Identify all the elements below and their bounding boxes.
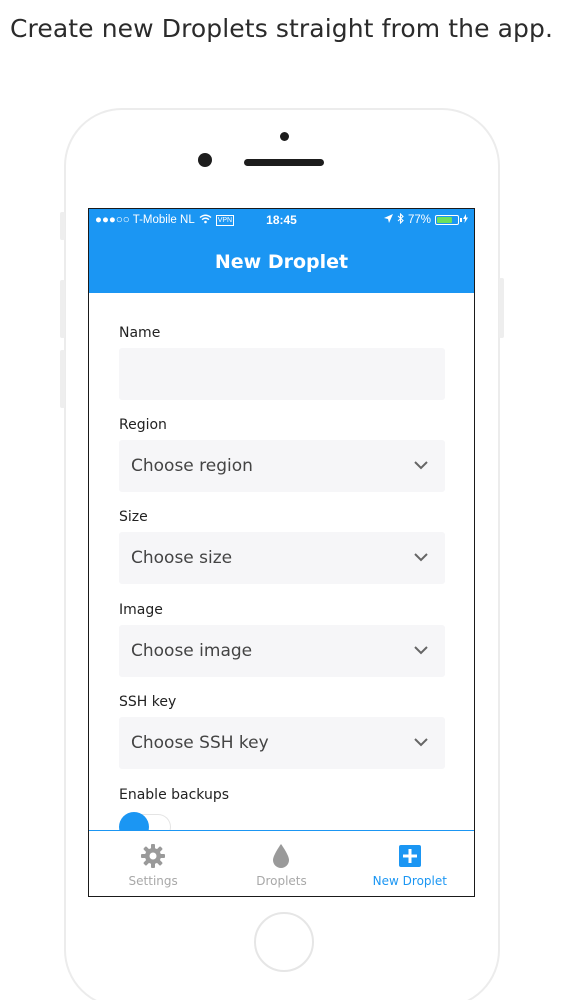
nav-bar: New Droplet	[89, 231, 474, 293]
phone-camera	[198, 153, 212, 167]
phone-home-button[interactable]	[254, 912, 314, 972]
region-select[interactable]: Choose region	[119, 440, 445, 492]
phone-side-button	[60, 212, 65, 240]
region-select-value: Choose region	[131, 456, 253, 476]
ssh-key-label: SSH key	[119, 694, 177, 710]
battery-percent: 77%	[407, 214, 431, 226]
image-select-value: Choose image	[131, 641, 253, 661]
tab-new-droplet-label: New Droplet	[372, 874, 447, 888]
chevron-down-icon	[414, 738, 428, 747]
vpn-badge: VPN	[215, 214, 235, 226]
droplet-icon	[268, 843, 294, 869]
tab-bar: Settings Droplets New Droplet	[89, 830, 474, 896]
bluetooth-icon	[397, 212, 404, 227]
chevron-down-icon	[414, 461, 428, 470]
phone-sensor	[280, 132, 289, 141]
tab-droplets-label: Droplets	[256, 874, 307, 888]
charging-bolt-icon	[463, 214, 468, 226]
plus-square-icon	[397, 843, 423, 869]
region-label: Region	[119, 417, 167, 433]
size-select[interactable]: Choose size	[119, 532, 445, 584]
tab-settings-label: Settings	[128, 874, 178, 888]
gear-icon	[140, 843, 166, 869]
tab-droplets[interactable]: Droplets	[217, 831, 345, 896]
phone-side-button	[60, 350, 65, 408]
tab-settings[interactable]: Settings	[89, 831, 217, 896]
promo-headline: Create new Droplets straight from the ap…	[9, 14, 554, 43]
image-label: Image	[119, 602, 163, 618]
battery-icon	[435, 215, 462, 225]
size-select-value: Choose size	[131, 548, 233, 568]
page-title: New Droplet	[214, 251, 349, 273]
phone-speaker	[244, 159, 324, 166]
name-input[interactable]	[119, 348, 445, 400]
chevron-down-icon	[414, 553, 428, 562]
ssh-key-select[interactable]: Choose SSH key	[119, 717, 445, 769]
chevron-down-icon	[414, 646, 428, 655]
app-screen: ●●●○○ T-Mobile NL VPN 18:45 77% New Drop…	[88, 208, 475, 897]
backups-label: Enable backups	[119, 787, 230, 803]
carrier-label: ●●●○○ T-Mobile NL	[95, 214, 195, 226]
ssh-key-select-value: Choose SSH key	[131, 733, 269, 753]
image-select[interactable]: Choose image	[119, 625, 445, 677]
location-arrow-icon	[383, 214, 393, 226]
phone-side-button	[499, 278, 504, 338]
phone-side-button	[60, 280, 65, 338]
wifi-icon	[199, 214, 212, 227]
status-bar: ●●●○○ T-Mobile NL VPN 18:45 77%	[89, 209, 474, 231]
tab-new-droplet[interactable]: New Droplet	[346, 831, 474, 896]
name-label: Name	[119, 325, 161, 341]
size-label: Size	[119, 509, 148, 525]
